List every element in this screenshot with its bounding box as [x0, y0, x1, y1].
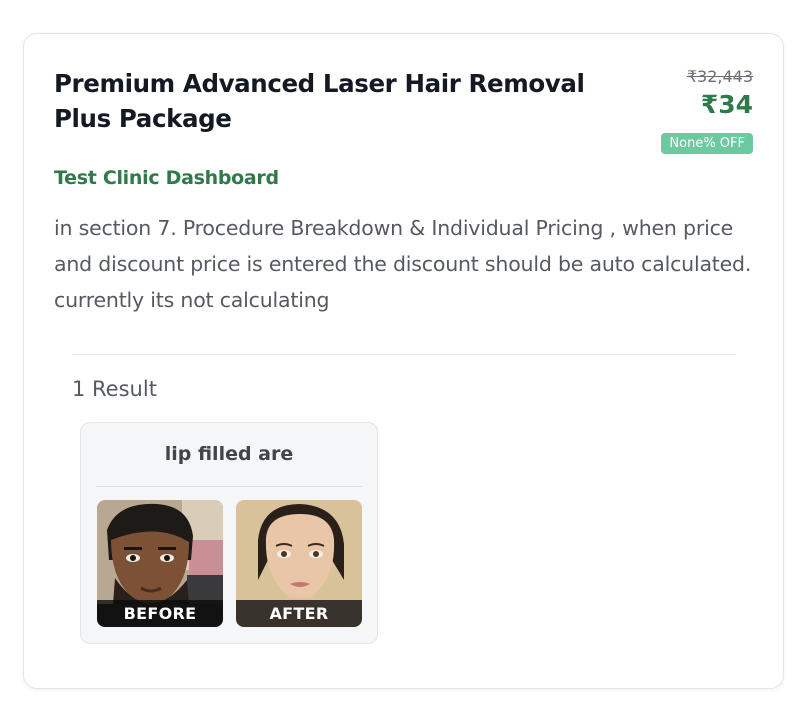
result-title: lip filled are	[164, 443, 294, 465]
discount-badge: None% OFF	[661, 133, 753, 154]
package-title: Premium Advanced Laser Hair Removal Plus…	[54, 69, 585, 133]
price-block: ₹32,443 ₹34 None% OFF	[661, 67, 753, 154]
result-count: 1 Result	[72, 377, 157, 401]
result-divider	[96, 486, 362, 487]
package-card: Premium Advanced Laser Hair Removal Plus…	[23, 33, 784, 689]
package-description: in section 7. Procedure Breakdown & Indi…	[54, 216, 752, 312]
original-price: ₹32,443	[686, 67, 753, 86]
section-divider	[72, 354, 736, 355]
before-label: BEFORE	[97, 600, 223, 627]
after-photo[interactable]: AFTER	[236, 500, 362, 627]
before-photo[interactable]: BEFORE	[97, 500, 223, 627]
after-label: AFTER	[236, 600, 362, 627]
current-price: ₹34	[700, 90, 753, 119]
clinic-name[interactable]: Test Clinic Dashboard	[54, 165, 279, 191]
result-card[interactable]: lip filled are BEFORE AFTER	[80, 422, 378, 644]
